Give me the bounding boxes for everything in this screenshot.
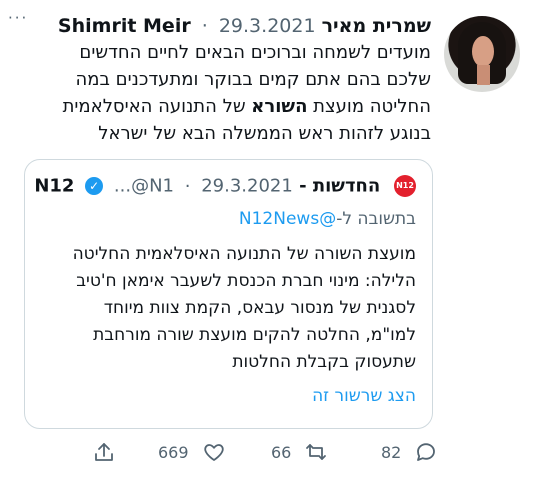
quoted-author-handle[interactable]: ...@N1 [114,176,174,197]
tweet-date[interactable]: 29.3.2021 [219,15,316,37]
header-separator: · [201,15,208,37]
reply-prefix: בתשובה ל- [336,209,416,229]
quoted-header-separator: · [184,175,191,197]
verified-badge-icon: ✓ [85,177,104,195]
retweet-button[interactable]: 66 [271,436,328,468]
news-logo-icon[interactable]: N12 [394,175,416,197]
avatar-neck [477,65,490,85]
author-avatar[interactable] [444,16,520,92]
author-name-latin[interactable]: Shimrit Meir [58,15,191,37]
more-options-icon[interactable]: ··· [8,9,28,27]
author-name-hebrew[interactable]: שמרית מאיר [322,15,431,37]
like-count: 669 [158,442,189,462]
avatar-face [472,36,494,67]
share-icon [95,443,113,461]
tweet-actions: 669 66 82 [0,436,537,468]
reply-icon [417,443,436,461]
quoted-tweet-date[interactable]: 29.3.2021 [201,176,293,197]
tweet-text-bold: השורא [251,96,308,117]
retweet-icon [306,444,327,460]
reply-count: 82 [381,442,402,462]
quoted-tweet-text: מועצת השורה של התנועה האיסלאמית החליטה ה… [72,244,416,372]
tweet-text: מועדים לשמחה וברוכים הבאים לחיים החדשים … [21,39,431,147]
tweet-card: ··· שמרית מאיר Shimrit Meir · 29.3.2021 … [0,0,537,480]
like-button[interactable]: 669 [158,436,226,468]
reply-mention-link[interactable]: @N12News [239,209,336,229]
show-thread-link[interactable]: הצג שרשור זה [312,386,416,406]
tweet-header: שמרית מאיר Shimrit Meir · 29.3.2021 [58,12,431,40]
heart-icon [203,444,224,461]
quoted-tweet[interactable]: N12 החדשות - N12 ✓ ...@N1 · 29.3.2021 בת… [24,159,433,429]
retweet-count: 66 [271,442,292,462]
share-button[interactable] [92,436,116,468]
quoted-tweet-header: N12 החדשות - N12 ✓ ...@N1 · 29.3.2021 [34,175,416,201]
replying-to-line: בתשובה ל-@N12News [239,209,416,229]
reply-button[interactable]: 82 [381,436,438,468]
